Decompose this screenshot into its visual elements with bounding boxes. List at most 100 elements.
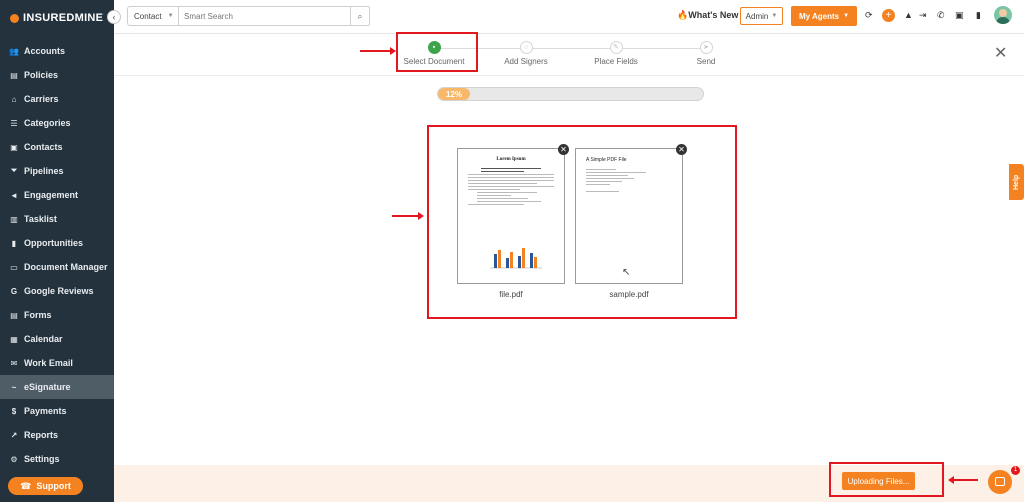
bell-icon[interactable]: ▲ <box>904 10 913 20</box>
support-label: Support <box>36 481 71 491</box>
document-preview-file[interactable]: Lorem Ipsum ✕ <box>457 144 569 284</box>
help-tab[interactable]: Help <box>1009 164 1024 200</box>
sidebar-item-label: Carriers <box>24 94 59 104</box>
list-icon: ☰ <box>10 118 18 128</box>
send-icon: ➤ <box>699 41 713 54</box>
chip-icon[interactable]: ▣ <box>955 10 964 21</box>
sidebar-item-reports[interactable]: ↗ Reports <box>0 423 114 447</box>
megaphone-icon: ◄ <box>10 190 18 200</box>
chart-thumbnail-icon <box>490 248 542 269</box>
sidebar-item-label: Settings <box>24 454 60 464</box>
chevron-down-icon: ▼ <box>771 13 778 19</box>
mouse-cursor-icon: ↖ <box>622 267 631 278</box>
gear-icon: ⚙ <box>10 454 18 464</box>
phone-icon[interactable]: ✆ <box>937 10 945 21</box>
calendar-icon: ▦ <box>10 334 18 344</box>
step-place-fields[interactable]: ✎ Place Fields <box>576 41 656 66</box>
clipboard-icon: ▥ <box>10 214 18 224</box>
headset-icon: ☎ <box>20 480 32 491</box>
mobile-icon[interactable]: ▮ <box>976 10 981 21</box>
search-box: ⌕ <box>178 6 370 26</box>
remove-document-button[interactable]: ✕ <box>676 144 687 155</box>
sidebar-item-calendar[interactable]: ▦ Calendar <box>0 327 114 351</box>
my-agents-label: My Agents <box>798 11 840 21</box>
search-icon[interactable]: ⌕ <box>350 7 369 25</box>
sidebar-item-payments[interactable]: $ Payments <box>0 399 114 423</box>
support-button[interactable]: ☎ Support <box>8 477 83 495</box>
pen-icon: ✎ <box>609 41 623 54</box>
uploading-files-button[interactable]: Uploading Files... <box>842 472 915 490</box>
chevron-left-icon[interactable]: ‹ <box>107 10 121 24</box>
bank-icon: ⌂ <box>11 94 17 104</box>
bar-chart-icon: ▮ <box>11 238 17 248</box>
close-icon[interactable]: ✕ <box>994 43 1007 63</box>
sidebar-item-accounts[interactable]: 👥 Accounts <box>0 39 114 63</box>
chevron-down-icon: ▼ <box>843 13 850 19</box>
sidebar-item-google-reviews[interactable]: G Google Reviews <box>0 279 114 303</box>
envelope-icon: ✉ <box>10 358 18 368</box>
sidebar-item-label: eSignature <box>24 382 71 392</box>
document-icon: ▤ <box>10 70 18 80</box>
form-icon: ▤ <box>10 310 18 320</box>
line-chart-icon: ↗ <box>10 430 18 440</box>
sidebar-item-carriers[interactable]: ⌂ Carriers <box>0 87 114 111</box>
sidebar-item-label: Calendar <box>24 334 63 344</box>
sidebar-item-policies[interactable]: ▤ Policies <box>0 63 114 87</box>
annotation-arrow-left-icon <box>948 476 978 484</box>
users-icon: 👥 <box>9 46 19 56</box>
step-label: Place Fields <box>594 57 638 66</box>
document-preview-sample[interactable]: A Simple PDF File ↖ ✕ <box>575 144 687 284</box>
sidebar-item-tasklist[interactable]: ▥ Tasklist <box>0 207 114 231</box>
sidebar-item-engagement[interactable]: ◄ Engagement <box>0 183 114 207</box>
chat-icon[interactable] <box>988 470 1012 494</box>
sidebar-item-label: Work Email <box>24 358 73 368</box>
sidebar-item-opportunities[interactable]: ▮ Opportunities <box>0 231 114 255</box>
sidebar-item-contacts[interactable]: ▣ Contacts <box>0 135 114 159</box>
logout-icon[interactable]: ⇥ <box>919 10 927 21</box>
admin-select[interactable]: Admin ▼ <box>740 7 783 25</box>
signature-icon: ~ <box>11 382 17 392</box>
sidebar-item-label: Tasklist <box>24 214 57 224</box>
sidebar-item-pipelines[interactable]: ⏷ Pipelines <box>0 159 114 183</box>
sidebar-item-forms[interactable]: ▤ Forms <box>0 303 114 327</box>
esign-stepper: ▪ Select Document ○ Add Signers ✎ Place … <box>114 34 1024 76</box>
brand-logo[interactable]: INSUREDMINE <box>10 10 103 26</box>
sidebar-item-label: Forms <box>24 310 52 320</box>
sidebar-item-document-manager[interactable]: ▭ Document Manager <box>0 255 114 279</box>
sidebar-item-label: Payments <box>24 406 67 416</box>
sidebar-item-label: Reports <box>24 430 59 440</box>
refresh-icon[interactable]: ⟳ <box>865 10 873 21</box>
my-agents-button[interactable]: My Agents ▼ <box>791 6 857 26</box>
sidebar-item-esignature[interactable]: ~ eSignature <box>0 375 114 399</box>
document-file-name: file.pdf <box>499 290 523 299</box>
document-file-name: sample.pdf <box>609 290 649 299</box>
search-input[interactable] <box>179 7 350 25</box>
contact-select-value: Contact <box>134 11 162 21</box>
sidebar: INSUREDMINE 👥 Accounts ▤ Policies ⌂ Carriers ☰… <box>0 0 114 502</box>
sidebar-item-work-email[interactable]: ✉ Work Email <box>0 351 114 375</box>
whats-new-label: What's New <box>688 10 739 20</box>
sidebar-item-settings[interactable]: ⚙ Settings <box>0 447 114 471</box>
upload-progress-bar: 12% <box>437 87 704 101</box>
folder-icon: ▭ <box>10 262 18 272</box>
sidebar-nav: 👥 Accounts ▤ Policies ⌂ Carriers ☰ Categories ▣ C… <box>0 39 114 471</box>
annotation-arrow-right-icon <box>392 212 424 220</box>
step-label: Send <box>696 57 716 66</box>
step-send[interactable]: ➤ Send <box>666 41 746 66</box>
sidebar-item-label: Contacts <box>24 142 63 152</box>
sidebar-item-categories[interactable]: ☰ Categories <box>0 111 114 135</box>
dollar-icon: $ <box>11 406 17 416</box>
highlight-box-step <box>396 32 478 72</box>
sidebar-item-label: Document Manager <box>24 262 108 272</box>
sidebar-item-label: Opportunities <box>24 238 83 248</box>
sidebar-item-label: Pipelines <box>24 166 64 176</box>
whats-new-link[interactable]: 🔥What's New <box>677 10 738 21</box>
fire-icon: 🔥 <box>677 10 689 20</box>
step-add-signers[interactable]: ○ Add Signers <box>486 41 566 66</box>
user-avatar[interactable] <box>994 6 1012 24</box>
user-icon: ○ <box>519 41 533 54</box>
chevron-down-icon: ▼ <box>167 13 174 19</box>
remove-document-button[interactable]: ✕ <box>558 144 569 155</box>
add-icon[interactable]: + <box>882 9 895 22</box>
sidebar-item-label: Categories <box>24 118 71 128</box>
